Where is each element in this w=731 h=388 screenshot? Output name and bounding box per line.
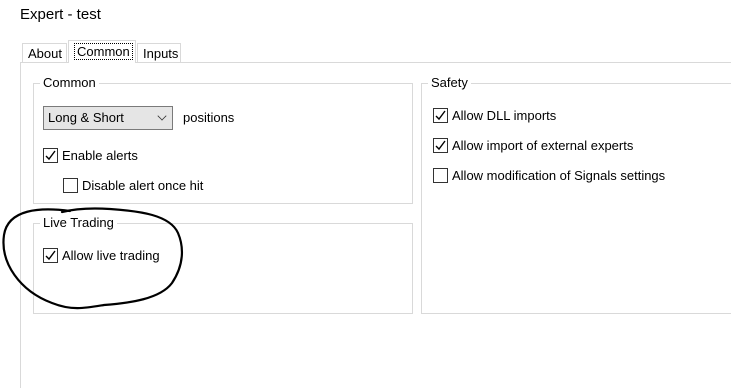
window-title: Expert - test: [20, 6, 101, 23]
positions-label: positions: [183, 110, 235, 125]
chevron-down-icon: [157, 111, 167, 121]
live-trading-groupbox: Live Trading: [33, 215, 413, 314]
allow-live-trading-checkbox[interactable]: [43, 248, 58, 263]
safety-group-title: Safety: [428, 75, 471, 91]
live-trading-group-title: Live Trading: [40, 215, 117, 231]
tab-common-label: Common: [74, 43, 133, 60]
tab-about[interactable]: About: [22, 43, 67, 62]
allow-signals-modification-label[interactable]: Allow modification of Signals settings: [452, 168, 665, 183]
checkmark-icon: [45, 250, 56, 261]
disable-alert-once-hit-checkbox[interactable]: [63, 178, 78, 193]
tab-inputs[interactable]: Inputs: [137, 43, 181, 62]
disable-alert-once-hit-label[interactable]: Disable alert once hit: [82, 178, 203, 193]
enable-alerts-label[interactable]: Enable alerts: [62, 148, 138, 163]
positions-select-value: Long & Short: [48, 110, 124, 125]
positions-select[interactable]: Long & Short: [43, 106, 173, 130]
common-group-title: Common: [40, 75, 99, 91]
allow-external-experts-checkbox[interactable]: [433, 138, 448, 153]
enable-alerts-checkbox[interactable]: [43, 148, 58, 163]
allow-dll-imports-label[interactable]: Allow DLL imports: [452, 108, 556, 123]
checkmark-icon: [45, 150, 56, 161]
allow-live-trading-label[interactable]: Allow live trading: [62, 248, 160, 263]
allow-external-experts-label[interactable]: Allow import of external experts: [452, 138, 633, 153]
tab-common[interactable]: Common: [68, 40, 136, 63]
checkmark-icon: [435, 110, 446, 121]
allow-dll-imports-checkbox[interactable]: [433, 108, 448, 123]
allow-signals-modification-checkbox[interactable]: [433, 168, 448, 183]
checkmark-icon: [435, 140, 446, 151]
